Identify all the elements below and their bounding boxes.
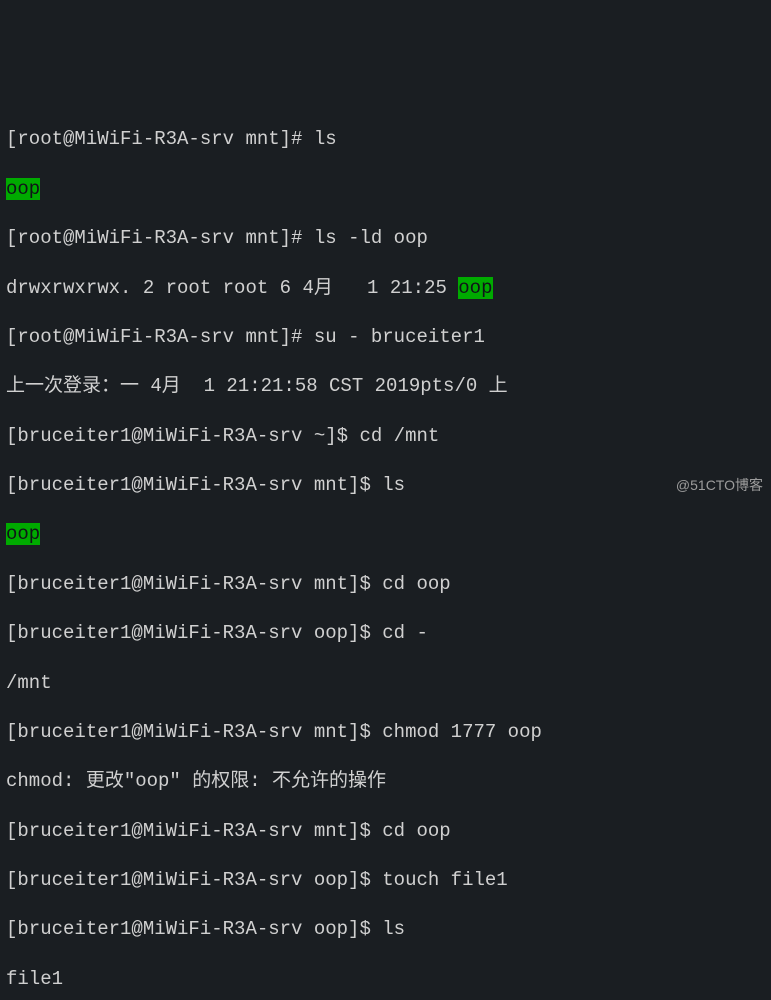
dir-name-highlighted: oop <box>6 178 40 200</box>
dir-name-highlighted: oop <box>6 523 40 545</box>
shell-prompt: [bruceiter1@MiWiFi-R3A-srv mnt]$ <box>6 573 382 595</box>
shell-prompt: [bruceiter1@MiWiFi-R3A-srv mnt]$ <box>6 820 382 842</box>
ls-output-file: file1 <box>6 968 63 990</box>
shell-command: cd - <box>382 622 428 644</box>
dir-name-highlighted: oop <box>458 277 492 299</box>
shell-prompt: [bruceiter1@MiWiFi-R3A-srv oop]$ <box>6 918 382 940</box>
shell-command: ls -ld oop <box>314 227 428 249</box>
terminal-line: drwxrwxrwx. 2 root root 6 4月 1 21:25 oop <box>6 276 765 301</box>
shell-prompt: [bruceiter1@MiWiFi-R3A-srv mnt]$ <box>6 474 382 496</box>
terminal-line: [bruceiter1@MiWiFi-R3A-srv mnt]$ chmod 1… <box>6 720 765 745</box>
ls-long-output: drwxrwxrwx. 2 root root 6 4月 1 21:25 <box>6 277 458 299</box>
cd-output: /mnt <box>6 672 52 694</box>
shell-prompt: [root@MiWiFi-R3A-srv mnt]# <box>6 128 314 150</box>
last-login-message: 上一次登录：一 4月 1 21:21:58 CST 2019pts/0 上 <box>6 375 508 397</box>
terminal-line: [root@MiWiFi-R3A-srv mnt]# ls <box>6 127 765 152</box>
shell-command: cd oop <box>382 573 450 595</box>
shell-prompt: [root@MiWiFi-R3A-srv mnt]# <box>6 227 314 249</box>
terminal-line: [bruceiter1@MiWiFi-R3A-srv oop]$ touch f… <box>6 868 765 893</box>
terminal-line: [bruceiter1@MiWiFi-R3A-srv ~]$ cd /mnt <box>6 424 765 449</box>
terminal-line: [bruceiter1@MiWiFi-R3A-srv mnt]$ cd oop <box>6 819 765 844</box>
shell-prompt: [bruceiter1@MiWiFi-R3A-srv oop]$ <box>6 622 382 644</box>
terminal-line: file1 <box>6 967 765 992</box>
terminal-line: [root@MiWiFi-R3A-srv mnt]# ls -ld oop <box>6 226 765 251</box>
shell-prompt: [bruceiter1@MiWiFi-R3A-srv mnt]$ <box>6 721 382 743</box>
shell-command: cd oop <box>382 820 450 842</box>
shell-command: chmod 1777 oop <box>382 721 542 743</box>
watermark: @51CTO博客 <box>676 476 763 494</box>
terminal-line: [bruceiter1@MiWiFi-R3A-srv oop]$ ls <box>6 917 765 942</box>
shell-command: touch file1 <box>382 869 507 891</box>
terminal-line: 上一次登录：一 4月 1 21:21:58 CST 2019pts/0 上 <box>6 374 765 399</box>
shell-command: cd /mnt <box>359 425 439 447</box>
shell-command: ls <box>382 474 405 496</box>
terminal-line: chmod: 更改"oop" 的权限: 不允许的操作 <box>6 769 765 794</box>
terminal-line: oop <box>6 177 765 202</box>
terminal-line: [bruceiter1@MiWiFi-R3A-srv mnt]$ ls <box>6 473 765 498</box>
shell-command: su - bruceiter1 <box>314 326 485 348</box>
shell-prompt: [bruceiter1@MiWiFi-R3A-srv ~]$ <box>6 425 359 447</box>
shell-prompt: [root@MiWiFi-R3A-srv mnt]# <box>6 326 314 348</box>
terminal-line: [root@MiWiFi-R3A-srv mnt]# su - bruceite… <box>6 325 765 350</box>
terminal-line: /mnt <box>6 671 765 696</box>
terminal-output: [root@MiWiFi-R3A-srv mnt]# ls oop [root@… <box>6 103 765 1000</box>
chmod-error: chmod: 更改"oop" 的权限: 不允许的操作 <box>6 770 386 792</box>
shell-command: ls <box>382 918 405 940</box>
terminal-line: oop <box>6 522 765 547</box>
terminal-line: [bruceiter1@MiWiFi-R3A-srv mnt]$ cd oop <box>6 572 765 597</box>
terminal-line: [bruceiter1@MiWiFi-R3A-srv oop]$ cd - <box>6 621 765 646</box>
shell-prompt: [bruceiter1@MiWiFi-R3A-srv oop]$ <box>6 869 382 891</box>
shell-command: ls <box>314 128 337 150</box>
